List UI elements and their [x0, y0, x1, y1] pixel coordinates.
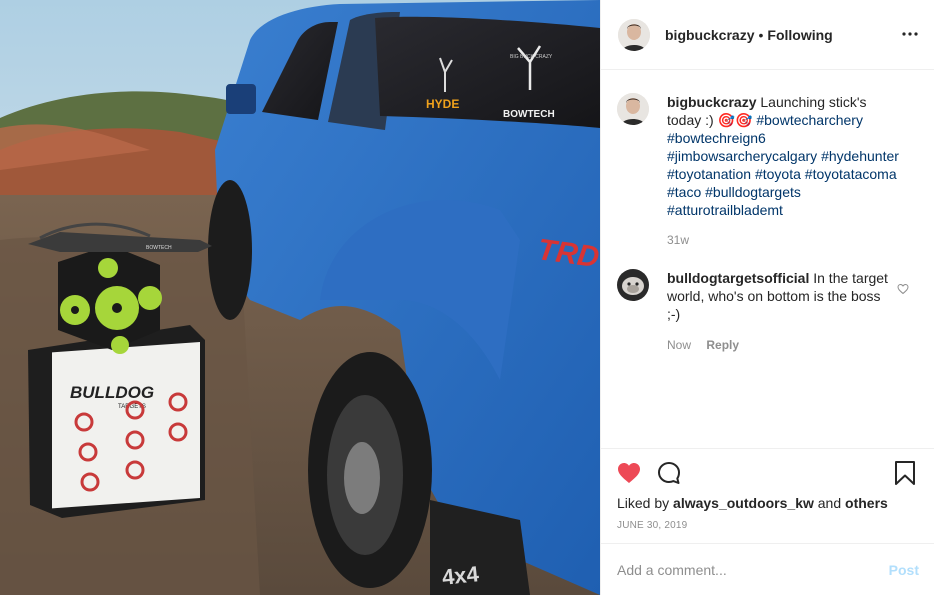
caption-meta: 31w: [667, 231, 899, 249]
heart-filled-icon[interactable]: [617, 461, 641, 485]
caption-avatar[interactable]: [617, 93, 649, 125]
following-button[interactable]: Following: [767, 27, 832, 43]
bulldog-logo-text: BULLDOG: [70, 383, 154, 402]
caption-timestamp[interactable]: 31w: [667, 233, 689, 247]
liked-by-user[interactable]: always_outdoors_kw: [673, 495, 814, 511]
post-actions: Liked by always_outdoors_kw and others J…: [601, 448, 934, 543]
hashtag-link[interactable]: #toyotanation: [667, 166, 751, 182]
post-side-panel: bigbuckcrazy • Following bigbuckcrazy La…: [600, 0, 934, 595]
commenter-avatar[interactable]: [617, 269, 649, 301]
instagram-post: HYDE BOWTECH BIG BUCK CRAZY TRD 4x4 BULL…: [0, 0, 934, 595]
author-username[interactable]: bigbuckcrazy: [665, 27, 754, 43]
comment-input[interactable]: [617, 561, 889, 578]
add-comment-bar: Post: [601, 543, 934, 595]
post-header: bigbuckcrazy • Following: [601, 0, 934, 70]
author-avatar[interactable]: [618, 18, 650, 51]
reply-button[interactable]: Reply: [706, 338, 739, 352]
comment-body: bulldogtargetsofficial In the target wor…: [667, 269, 889, 354]
liked-by-others[interactable]: others: [845, 495, 888, 511]
hashtag-link[interactable]: #atturotrailblademt: [667, 202, 783, 218]
bookmark-icon[interactable]: [893, 461, 917, 485]
caption-row: bigbuckcrazy Launching stick's today :) …: [617, 93, 919, 249]
hashtag-link[interactable]: #toyotatacoma: [805, 166, 897, 182]
crossbow-brand: BOWTECH: [146, 245, 172, 251]
bulldog-avatar-icon: [617, 269, 649, 301]
liked-by-prefix: Liked by: [617, 495, 670, 511]
truck-photo-illustration: HYDE BOWTECH BIG BUCK CRAZY TRD 4x4 BULL…: [0, 0, 600, 595]
bigbuck-sticker: BIG BUCK CRAZY: [510, 54, 553, 60]
person-avatar-icon: [618, 18, 650, 51]
separator-dot: •: [758, 26, 764, 43]
hashtag-link[interactable]: #bowtechreign6: [667, 130, 766, 146]
hashtag-link[interactable]: #toyota: [755, 166, 801, 182]
comment-meta: Now Reply: [667, 336, 889, 354]
bowtech-sticker: BOWTECH: [503, 109, 555, 120]
hashtag-link[interactable]: #bulldogtargets: [705, 184, 801, 200]
comments-list[interactable]: bigbuckcrazy Launching stick's today :) …: [601, 70, 934, 448]
person-avatar-icon: [617, 93, 649, 125]
hashtag-link[interactable]: #jimbowsarcherycalgary: [667, 148, 817, 164]
action-icons: [617, 449, 919, 497]
comment-username[interactable]: bulldogtargetsofficial: [667, 270, 809, 286]
target-emoji: 🎯🎯: [717, 112, 753, 128]
comment-row: bulldogtargetsofficial In the target wor…: [617, 269, 919, 354]
comment-like-heart-icon[interactable]: [897, 283, 909, 295]
post-comment-button[interactable]: Post: [889, 562, 919, 578]
post-photo[interactable]: HYDE BOWTECH BIG BUCK CRAZY TRD 4x4 BULL…: [0, 0, 600, 595]
ellipsis-icon[interactable]: [900, 24, 920, 44]
liked-by-and: and: [817, 495, 842, 511]
4x4-emblem: 4x4: [441, 561, 481, 590]
comment-timestamp[interactable]: Now: [667, 338, 691, 352]
caption-username[interactable]: bigbuckcrazy: [667, 94, 756, 110]
hashtag-link[interactable]: #hydehunter: [821, 148, 899, 164]
hashtag-link[interactable]: #taco: [667, 184, 701, 200]
caption-body: bigbuckcrazy Launching stick's today :) …: [667, 93, 899, 249]
liked-by-line: Liked by always_outdoors_kw and others: [617, 495, 919, 511]
hashtag-link[interactable]: #bowtecharchery: [756, 112, 863, 128]
comment-icon[interactable]: [657, 461, 681, 485]
hyde-sticker: HYDE: [426, 97, 459, 111]
post-date[interactable]: JUNE 30, 2019: [617, 520, 919, 531]
